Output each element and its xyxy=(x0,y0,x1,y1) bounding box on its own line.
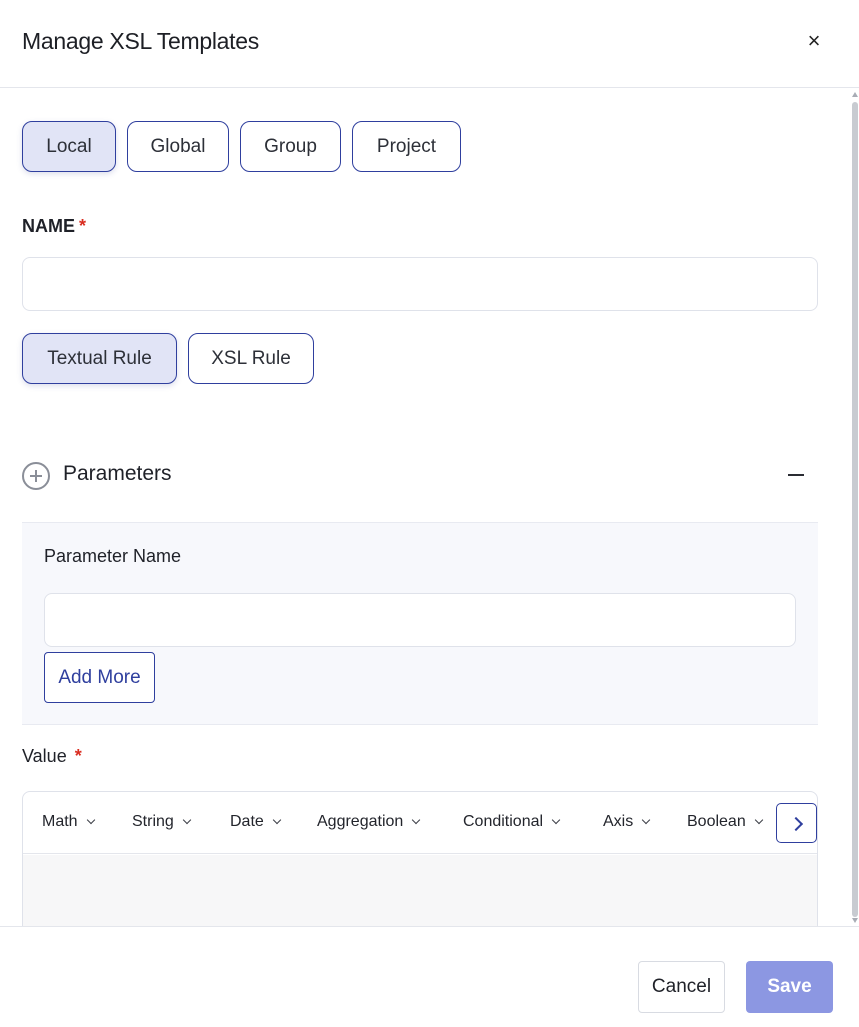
add-more-button[interactable]: Add More xyxy=(44,652,155,703)
toolbar-item-label: Date xyxy=(230,813,264,830)
parameters-title: Parameters xyxy=(63,462,172,485)
tab-xsl-rule[interactable]: XSL Rule xyxy=(188,333,314,384)
name-input[interactable] xyxy=(22,257,818,311)
dialog-header: Manage XSL Templates × xyxy=(0,0,859,88)
toolbar-scroll-right-chevron-icon[interactable] xyxy=(776,803,817,843)
toolbar-item-label: Math xyxy=(42,813,78,830)
parameter-name-label: Parameter Name xyxy=(44,546,182,566)
chevron-down-icon xyxy=(551,815,561,824)
toolbar-conditional-dropdown[interactable]: Conditional xyxy=(463,813,561,831)
tab-local[interactable]: Local xyxy=(22,121,116,172)
chevron-down-icon xyxy=(641,815,651,824)
toolbar-item-label: Axis xyxy=(603,813,634,830)
toolbar-string-dropdown[interactable]: String xyxy=(132,813,192,831)
chevron-down-icon xyxy=(182,815,192,824)
toolbar-item-label: Boolean xyxy=(687,813,746,830)
scrollbar-thumb[interactable] xyxy=(852,102,858,917)
name-label-text: NAME xyxy=(22,216,75,236)
save-button[interactable]: Save xyxy=(746,961,833,1013)
name-label: NAME * xyxy=(22,216,86,237)
required-mark: * xyxy=(79,216,87,236)
chevron-down-icon xyxy=(412,815,421,824)
chevron-down-icon xyxy=(754,815,763,824)
add-parameter-plus-icon[interactable] xyxy=(22,462,50,490)
parameters-header: Parameters xyxy=(22,458,818,494)
toolbar-item-label: String xyxy=(132,813,174,830)
parameter-name-input[interactable] xyxy=(44,593,796,647)
chevron-down-icon xyxy=(272,815,282,824)
value-label-text: Value xyxy=(22,746,67,766)
toolbar-item-label: Conditional xyxy=(463,813,544,830)
tab-textual-rule[interactable]: Textual Rule xyxy=(22,333,177,384)
parameter-panel: Parameter Name Add More xyxy=(22,522,818,725)
scrollbar[interactable] xyxy=(850,90,859,926)
required-mark: * xyxy=(74,746,82,766)
tab-group[interactable]: Group xyxy=(240,121,341,172)
scroll-up-arrow-icon[interactable] xyxy=(852,92,858,97)
scroll-down-arrow-icon[interactable] xyxy=(852,918,858,923)
cancel-button[interactable]: Cancel xyxy=(638,961,725,1013)
tab-global[interactable]: Global xyxy=(127,121,229,172)
toolbar-aggregation-dropdown[interactable]: Aggregation xyxy=(317,813,421,831)
toolbar-axis-dropdown[interactable]: Axis xyxy=(603,813,651,831)
toolbar-date-dropdown[interactable]: Date xyxy=(230,813,282,831)
toolbar-item-label: Aggregation xyxy=(317,813,404,830)
dialog-title: Manage XSL Templates xyxy=(22,28,259,54)
collapse-minus-icon[interactable] xyxy=(788,474,804,476)
chevron-down-icon xyxy=(86,815,95,824)
close-icon[interactable]: × xyxy=(802,30,826,54)
toolbar-math-dropdown[interactable]: Math xyxy=(42,813,95,831)
value-label: Value * xyxy=(22,746,82,767)
toolbar-boolean-dropdown[interactable]: Boolean xyxy=(687,813,763,831)
dialog-footer: Cancel Save xyxy=(0,926,859,1027)
tab-project[interactable]: Project xyxy=(352,121,461,172)
function-toolbar: Math String Date Aggregation Conditional… xyxy=(23,792,817,854)
